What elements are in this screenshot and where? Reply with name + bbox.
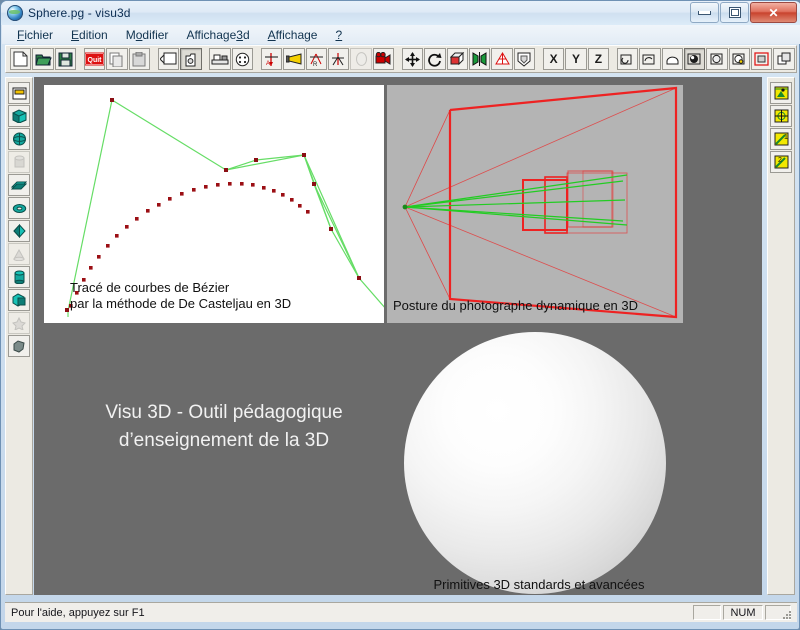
shield-icon[interactable] <box>513 48 536 70</box>
mirror-icon[interactable] <box>469 48 491 70</box>
quit-icon[interactable]: Quit <box>83 48 106 70</box>
status-panel-left <box>693 605 721 620</box>
ghost-icon[interactable] <box>350 48 372 70</box>
render-light-icon[interactable] <box>728 48 751 70</box>
status-panel-num: NUM <box>723 605 763 620</box>
window-title: Sphere.pg - visu3d <box>28 6 131 20</box>
render-shaded-icon[interactable] <box>683 48 706 70</box>
menu-item-affichage3d[interactable]: Affichage3d <box>177 26 258 44</box>
sphere-icon[interactable] <box>8 128 30 150</box>
bezier-caption: Tracé de courbes de Bézier par la méthod… <box>70 279 292 312</box>
render-wire-icon[interactable] <box>616 48 639 70</box>
svg-text:1: 1 <box>784 134 788 141</box>
maximize-icon <box>728 7 741 18</box>
cone-red-icon[interactable] <box>491 48 513 70</box>
diamond-icon[interactable] <box>8 220 30 242</box>
boolean-icon[interactable] <box>8 289 30 311</box>
svg-text:R: R <box>313 62 318 67</box>
svg-text:A: A <box>266 61 270 67</box>
svg-text:Quit: Quit <box>88 57 103 64</box>
title-bar: Sphere.pg - visu3d ✕ <box>1 1 800 25</box>
menu-item-affichage[interactable]: Affichage <box>259 26 327 44</box>
minimize-icon <box>698 10 711 15</box>
tripod-icon[interactable] <box>328 48 350 70</box>
axis-y-icon[interactable]: Y <box>565 48 587 70</box>
axes-red-icon[interactable]: A <box>260 48 283 70</box>
target-icon[interactable] <box>231 48 254 70</box>
cube-icon[interactable] <box>8 105 30 127</box>
axis-x-icon[interactable]: X <box>542 48 565 70</box>
light-point-icon[interactable] <box>770 82 792 104</box>
status-bar: Pour l'aide, appuyez sur F1 NUM <box>5 602 797 622</box>
menu-item-modifier[interactable]: Modifier <box>117 26 178 44</box>
render-flat-icon[interactable] <box>661 48 683 70</box>
menu-label-fichier: ichier <box>24 27 54 42</box>
viewport-3d[interactable]: Tracé de courbes de Bézier par la méthod… <box>34 77 762 595</box>
window-controls: ✕ <box>690 2 797 23</box>
rotate-icon[interactable] <box>424 48 446 70</box>
menu-item-fichier[interactable]: Fichier <box>8 26 62 44</box>
maximize-button[interactable] <box>720 2 749 23</box>
sphere-caption: Primitives 3D standards et avancées <box>433 577 645 592</box>
render-hidden-icon[interactable] <box>639 48 661 70</box>
scene-view-icon[interactable] <box>8 82 30 104</box>
light-1-icon[interactable]: 1 <box>770 128 792 150</box>
close-button[interactable]: ✕ <box>750 2 797 23</box>
status-message: Pour l'aide, appuyez sur F1 <box>11 606 145 619</box>
minimize-button[interactable] <box>690 2 719 23</box>
torus-icon[interactable] <box>8 197 30 219</box>
menu-label-edition: dition <box>79 27 108 42</box>
bezier-panel[interactable]: Tracé de courbes de Bézier par la méthod… <box>44 85 384 323</box>
capsule-icon[interactable] <box>8 266 30 288</box>
menu-label-modifier: difier <box>142 27 169 42</box>
photographer-figure <box>402 86 678 319</box>
light-spot-icon[interactable] <box>770 105 792 127</box>
cylinder-dim-icon[interactable] <box>8 151 30 173</box>
projection-icon[interactable] <box>157 48 180 70</box>
star-dim-icon[interactable] <box>8 312 30 334</box>
sphere-render[interactable] <box>404 332 666 594</box>
lights-toolbar: 1 2 <box>767 77 795 595</box>
cone-dim-icon[interactable] <box>8 243 30 265</box>
new-file-icon[interactable] <box>10 48 32 70</box>
main-toolbar: Quit A R X Y Z <box>5 45 797 73</box>
close-icon: ✕ <box>768 5 779 20</box>
extrude-icon[interactable] <box>446 48 469 70</box>
plane-icon[interactable] <box>8 174 30 196</box>
camera-body-icon[interactable] <box>180 48 202 70</box>
menu-label-affichage3d: d <box>242 27 250 42</box>
headline-text: Visu 3D - Outil pédagogique d’enseigneme… <box>105 402 343 451</box>
photographer-panel[interactable]: Posture du photographe dynamique en 3D <box>387 85 683 323</box>
resize-grip[interactable] <box>781 609 793 621</box>
app-globe-icon <box>7 5 23 21</box>
bench-icon[interactable] <box>209 48 231 70</box>
render-box-icon[interactable] <box>751 48 773 70</box>
application-window: Sphere.pg - visu3d ✕ Fichier Edition Mod… <box>0 0 800 630</box>
light-2-icon[interactable]: 2 <box>770 151 792 173</box>
menu-item-edition[interactable]: Edition <box>62 26 117 44</box>
menu-item-help[interactable]: ? <box>326 26 351 44</box>
move-arrows-icon[interactable] <box>401 48 424 70</box>
save-disk-icon[interactable] <box>54 48 77 70</box>
movie-camera-icon[interactable] <box>372 48 395 70</box>
render-smooth-icon[interactable] <box>706 48 728 70</box>
open-folder-icon[interactable] <box>32 48 54 70</box>
render-multi-icon[interactable] <box>773 48 795 70</box>
svg-text:2: 2 <box>778 157 782 164</box>
paste-icon[interactable] <box>128 48 151 70</box>
photographer-caption: Posture du photographe dynamique en 3D <box>393 298 639 314</box>
menu-label-affichage: ffichage <box>275 27 318 42</box>
copy-icon[interactable] <box>106 48 128 70</box>
light-cone-icon[interactable] <box>283 48 305 70</box>
primitives-toolbar <box>5 77 33 595</box>
blob-icon[interactable] <box>8 335 30 357</box>
anchor-r-icon[interactable]: R <box>305 48 327 70</box>
axis-z-icon[interactable]: Z <box>587 48 610 70</box>
menu-bar: Fichier Edition Modifier Affichage3d Aff… <box>2 25 800 44</box>
